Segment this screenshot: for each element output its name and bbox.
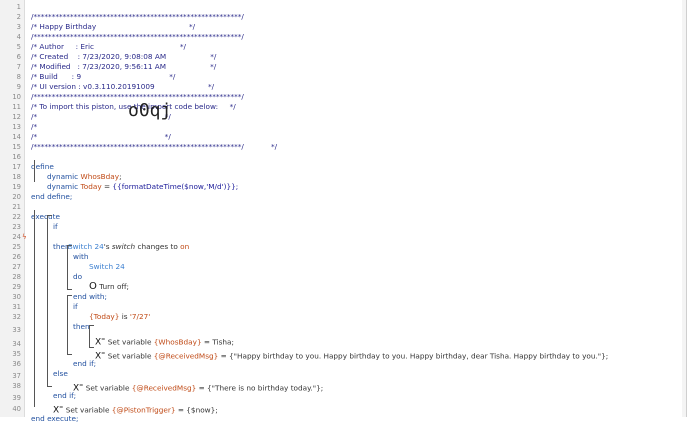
modified-comment: /* Modified : 7/23/2020, 9:56:11 AM */ <box>31 62 217 71</box>
execute-block-guide <box>34 210 35 407</box>
code-line-16: define <box>0 152 54 171</box>
nested-then-keyword: then <box>73 322 90 331</box>
variable-declaration[interactable]: dynamic WhosBday; <box>47 172 122 182</box>
author-comment: /* Author : Eric */ <box>31 42 186 51</box>
comment-border: /***************************************… <box>31 32 244 41</box>
define-block-guide <box>34 160 35 182</box>
code-line-28: O Turn off; <box>0 272 129 292</box>
code-line-21: execute <box>0 202 60 221</box>
build-comment: /* Build : 9 */ <box>31 72 176 81</box>
code-line-39: X= Set variable {@PistonTrigger} = {$now… <box>0 393 218 415</box>
end-with-keyword: end with; <box>73 292 108 301</box>
code-line-7: /* Build : 9 */ <box>0 62 175 81</box>
code-line-32: then <box>0 312 90 331</box>
with-keyword[interactable]: with <box>73 252 88 262</box>
trigger-icon: ϟ <box>22 233 27 241</box>
code-line-34: X= Set variable {@ReceivedMsg} = {"Happy… <box>0 339 608 361</box>
code-line-18: dynamic Today = {{formatDateTime($now,'M… <box>0 172 238 191</box>
code-line-31: {Today} is '7/27' <box>0 302 150 321</box>
end-define-keyword: end define; <box>31 192 73 201</box>
end-execute-keyword: end execute; <box>31 414 79 423</box>
code-line-11: /* */ <box>0 102 171 121</box>
code-line-6: /* Modified : 7/23/2020, 9:56:11 AM */ <box>0 52 216 71</box>
if-block-bracket <box>47 215 52 387</box>
code-line-3: /***************************************… <box>0 22 244 41</box>
code-line-4: /* Author : Eric */ <box>0 32 186 51</box>
set-no-birthday-statement[interactable]: X= Set variable {@ReceivedMsg} = {"There… <box>73 381 323 393</box>
code-line-13: /* */ <box>0 122 171 141</box>
set-receivedmsg-statement[interactable]: X= Set variable {@ReceivedMsg} = {"Happy… <box>95 349 608 361</box>
turn-off-statement[interactable]: O Turn off; <box>89 282 129 292</box>
with-device-switch-24[interactable]: Switch 24 <box>89 262 125 272</box>
code-line-26: Switch 24 <box>0 252 125 271</box>
code-line-2: /* Happy Birthday */ <box>0 12 195 31</box>
value-on: on <box>180 242 190 251</box>
ui-version-comment: /* UI version : v0.3.110.20191009 */ <box>31 82 215 91</box>
code-line-27: do <box>0 262 82 281</box>
device-switch-24: Switch 24 <box>68 242 104 251</box>
code-line-17: dynamic WhosBday; <box>0 162 122 181</box>
blank-comment: /* */ <box>31 132 171 141</box>
created-comment: /* Created : 7/23/2020, 9:08:08 AM */ <box>31 52 217 61</box>
do-keyword: do <box>73 272 83 281</box>
code-line-25: with <box>0 242 88 261</box>
trigger-condition[interactable]: Switch 24's switch changes to on <box>68 242 189 252</box>
nested-if-keyword[interactable]: if <box>73 302 78 312</box>
code-line-30: if <box>0 292 78 311</box>
code-line-19: end define; <box>0 182 72 201</box>
else-keyword: else <box>53 369 68 378</box>
set-whosbday-statement[interactable]: X= Set variable {WhosBday} = Tisha; <box>95 335 234 347</box>
then-statement-bracket <box>89 325 94 348</box>
date-value: '7/27' <box>129 312 151 321</box>
code-editor[interactable]: 1 2 3 4 5 6 7 8 9 10 11 12 13 14 15 16 17 18 19 20 21 22 23 24 2… <box>0 0 687 423</box>
today-expression: {{formatDateTime($now,'M/d')}}; <box>112 182 239 191</box>
power-icon: O <box>89 281 97 292</box>
blank-comment: /* <box>31 122 38 131</box>
import-code: o0qj <box>128 100 172 121</box>
code-line-12: /* o0qj */ <box>0 102 277 152</box>
code-line-10: /* To import this piston, use the import… <box>0 92 236 111</box>
date-condition[interactable]: {Today} is '7/27' <box>89 312 150 322</box>
code-line-37: X= Set variable {@ReceivedMsg} = {"There… <box>0 371 323 393</box>
nested-end-if-keyword: end if; <box>73 359 97 368</box>
code-line-33: X= Set variable {WhosBday} = Tisha; <box>0 325 234 347</box>
with-block-bracket <box>67 245 72 290</box>
code-line-5: /* Created : 7/23/2020, 9:08:08 AM */ <box>0 42 216 61</box>
code-line-1: /***************************************… <box>0 2 244 21</box>
code-line-36: else <box>0 359 68 378</box>
today-reference: {Today} <box>89 312 120 321</box>
variable-declaration[interactable]: dynamic Today = {{formatDateTime($now,'M… <box>47 182 238 192</box>
variable-whosbday: WhosBday <box>80 172 120 181</box>
code-line-23: ϟ Switch 24's switch changes to on <box>0 222 189 251</box>
code-line-40: end execute; <box>0 404 78 423</box>
comment-border: /***************************************… <box>31 142 244 151</box>
vertical-scrollbar[interactable] <box>682 0 686 417</box>
piston-title-comment: /* Happy Birthday */ <box>31 22 196 31</box>
code-line-29: end with; <box>0 282 107 301</box>
variable-today: Today <box>80 182 102 191</box>
end-if-keyword: end if; <box>53 391 77 400</box>
comment-border: /***************************************… <box>31 12 244 21</box>
code-line-38: end if; <box>0 381 76 400</box>
execute-keyword: execute <box>31 212 60 221</box>
nested-if-bracket <box>67 295 72 355</box>
code-line-35: end if; <box>0 349 96 368</box>
if-keyword[interactable]: if <box>53 222 58 232</box>
code-line-8: /* UI version : v0.3.110.20191009 */ <box>0 72 214 91</box>
comment-close: */ <box>271 142 278 151</box>
code-line-9: /***************************************… <box>0 82 244 101</box>
code-line-14: /***************************************… <box>0 132 244 151</box>
code-line-24: then <box>0 232 70 251</box>
code-line-22: if <box>0 212 58 231</box>
